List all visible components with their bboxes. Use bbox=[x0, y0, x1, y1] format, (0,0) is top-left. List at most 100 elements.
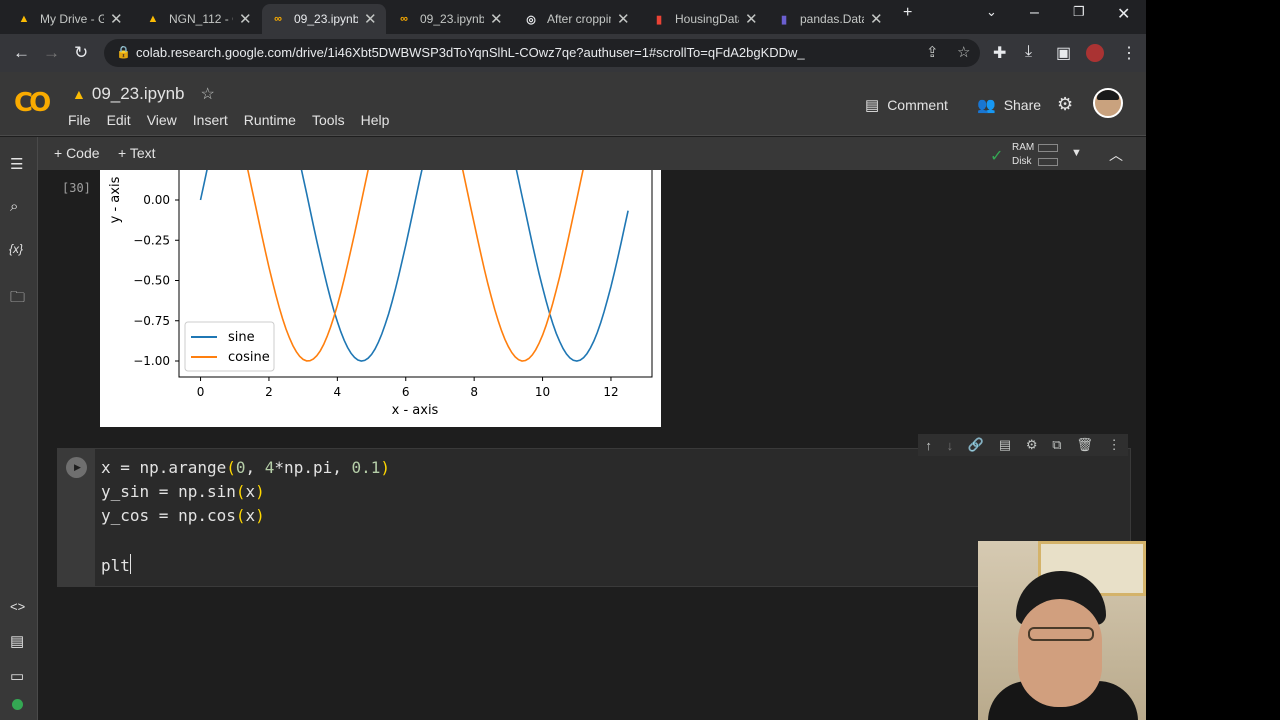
add-code-button[interactable]: + Code bbox=[54, 145, 100, 161]
comment-cell-icon[interactable]: ▤ bbox=[999, 437, 1011, 453]
menu-file[interactable]: File bbox=[68, 112, 91, 128]
tab-strip: ▲ My Drive - G ✕ ▲ NGN_112 - G ✕ ∞ 09_23.ipynb ✕… bbox=[0, 0, 1146, 34]
webcam-overlay bbox=[978, 541, 1146, 720]
comment-button[interactable]: ▤ Comment bbox=[865, 96, 948, 114]
code-token: x bbox=[245, 506, 256, 525]
code-token: 4 bbox=[264, 458, 275, 477]
collapse-header-icon[interactable]: ︿ bbox=[1109, 145, 1123, 165]
minimize-button[interactable]: – bbox=[1030, 4, 1039, 22]
settings-gear-icon[interactable]: ⚙ bbox=[1057, 94, 1073, 115]
browser-tab[interactable]: ∞ 09_23.ipynb ✕ bbox=[388, 4, 512, 34]
close-tab-icon[interactable]: ✕ bbox=[364, 10, 377, 28]
browser-menu-icon[interactable]: ⋮ bbox=[1121, 43, 1137, 63]
search-icon[interactable]: ⌕ bbox=[10, 198, 18, 215]
code-token: *np.pi, bbox=[274, 458, 352, 477]
browser-tab[interactable]: ◎ After croppin ✕ bbox=[515, 4, 639, 34]
more-options-icon[interactable]: ⋮ bbox=[1108, 437, 1121, 453]
terminal-icon[interactable]: ▭ bbox=[10, 667, 24, 685]
reload-button[interactable]: ↻ bbox=[74, 43, 88, 63]
new-tab-button[interactable]: + bbox=[903, 4, 912, 22]
close-tab-icon[interactable]: ✕ bbox=[239, 10, 252, 28]
cell-settings-icon[interactable]: ⚙ bbox=[1026, 437, 1038, 453]
chart-legend: sine cosine bbox=[184, 321, 275, 372]
variables-icon[interactable]: {x} bbox=[9, 242, 23, 256]
line-chart: 0 2 4 6 8 10 12 0.00 −0.25 −0.50 −0.75 −1.00 x - a… bbox=[108, 167, 653, 418]
drive-icon: ▲ bbox=[147, 13, 159, 25]
tab-search-icon[interactable]: ⌄ bbox=[986, 4, 997, 20]
tab-title: HousingData bbox=[675, 12, 739, 26]
menu-view[interactable]: View bbox=[147, 112, 177, 128]
link-icon[interactable]: 🔗 bbox=[968, 437, 984, 453]
text-cursor bbox=[129, 554, 131, 574]
status-dot-icon bbox=[12, 699, 23, 710]
code-token: y_sin = np.sin bbox=[101, 482, 236, 501]
share-page-icon[interactable]: ⇪ bbox=[926, 43, 939, 61]
comment-label: Comment bbox=[887, 97, 948, 113]
back-button[interactable]: ← bbox=[13, 43, 30, 63]
menu-runtime[interactable]: Runtime bbox=[244, 112, 296, 128]
close-tab-icon[interactable]: ✕ bbox=[745, 10, 758, 28]
menu-tools[interactable]: Tools bbox=[312, 112, 345, 128]
close-window-button[interactable]: ✕ bbox=[1117, 4, 1130, 24]
connected-check-icon: ✓ bbox=[990, 148, 1004, 165]
side-panel-icon[interactable]: ▣ bbox=[1056, 43, 1071, 63]
menu-help[interactable]: Help bbox=[361, 112, 390, 128]
profile-avatar-icon[interactable] bbox=[1086, 44, 1104, 62]
x-tick-label: 12 bbox=[603, 385, 618, 399]
share-button[interactable]: 👥 Share bbox=[977, 96, 1041, 114]
code-token: y_cos = np.cos bbox=[101, 506, 236, 525]
table-of-contents-icon[interactable]: ☰ bbox=[10, 155, 23, 173]
browser-tab[interactable]: ▲ My Drive - G ✕ bbox=[8, 4, 132, 34]
menu-edit[interactable]: Edit bbox=[107, 112, 131, 128]
code-token: 0.1 bbox=[351, 458, 381, 477]
run-cell-button[interactable]: ▶ bbox=[66, 457, 87, 478]
omnibox[interactable]: 🔒 colab.research.google.com/drive/1i46Xb… bbox=[104, 39, 980, 67]
code-line[interactable]: x = np.arange(0, 4*np.pi, 0.1) bbox=[101, 458, 390, 477]
tab-title: 09_23.ipynb bbox=[294, 12, 358, 26]
browser-tab[interactable]: ▮ pandas.Data ✕ bbox=[768, 4, 892, 34]
user-avatar[interactable] bbox=[1093, 88, 1123, 118]
extensions-icon[interactable]: ✚ bbox=[993, 43, 1006, 63]
tab-title: NGN_112 - G bbox=[169, 12, 233, 26]
forward-button[interactable]: → bbox=[43, 43, 60, 63]
add-text-button[interactable]: + Text bbox=[118, 145, 156, 161]
github-icon: ◎ bbox=[526, 13, 536, 26]
drive-icon: ▲ bbox=[72, 86, 86, 102]
y-tick-label: 0.00 bbox=[143, 193, 170, 207]
close-tab-icon[interactable]: ✕ bbox=[617, 10, 630, 28]
ram-bar bbox=[1038, 144, 1058, 152]
url-text[interactable]: colab.research.google.com/drive/1i46Xbt5… bbox=[136, 45, 805, 60]
code-snippets-icon[interactable]: <> bbox=[10, 599, 25, 614]
legend-label: cosine bbox=[228, 350, 270, 365]
close-tab-icon[interactable]: ✕ bbox=[870, 10, 883, 28]
move-down-icon[interactable]: ↓ bbox=[947, 438, 954, 453]
browser-tab[interactable]: ▲ NGN_112 - G ✕ bbox=[137, 4, 261, 34]
delete-cell-icon[interactable]: 🗑 bbox=[1076, 437, 1093, 453]
execution-count: [30] bbox=[62, 181, 91, 195]
star-icon[interactable]: ☆ bbox=[201, 84, 215, 104]
download-icon[interactable]: ⤓ bbox=[1025, 43, 1032, 61]
left-sidebar: ☰ ⌕ {x} 🗀 <> ▤ ▭ bbox=[0, 137, 38, 720]
tab-title: My Drive - G bbox=[40, 12, 104, 26]
y-tick-label: −0.25 bbox=[133, 233, 170, 247]
browser-tab[interactable]: ▮ HousingData ✕ bbox=[643, 4, 767, 34]
bookmark-star-icon[interactable]: ☆ bbox=[957, 43, 970, 61]
files-folder-icon[interactable]: 🗀 bbox=[10, 287, 25, 312]
close-tab-icon[interactable]: ✕ bbox=[110, 10, 123, 28]
code-line[interactable]: y_sin = np.sin(x) bbox=[101, 482, 265, 501]
browser-tab[interactable]: ∞ 09_23.ipynb ✕ bbox=[262, 4, 386, 34]
runtime-dropdown-icon[interactable]: ▼ bbox=[1071, 147, 1082, 159]
command-palette-icon[interactable]: ▤ bbox=[10, 632, 24, 650]
menu-insert[interactable]: Insert bbox=[193, 112, 228, 128]
maximize-button[interactable]: ❐ bbox=[1073, 4, 1085, 20]
address-bar: ← → ↻ 🔒 colab.research.google.com/drive/… bbox=[0, 34, 1146, 72]
share-label: Share bbox=[1003, 97, 1042, 113]
notebook-title[interactable]: 09_23.ipynb bbox=[92, 84, 185, 104]
close-tab-icon[interactable]: ✕ bbox=[490, 10, 503, 28]
move-up-icon[interactable]: ↑ bbox=[925, 438, 932, 453]
mirror-cell-icon[interactable]: ⧉ bbox=[1052, 437, 1061, 453]
code-line[interactable]: plt bbox=[101, 554, 131, 575]
x-tick-label: 4 bbox=[334, 385, 342, 399]
colab-logo[interactable]: CO bbox=[14, 88, 51, 118]
code-line[interactable]: y_cos = np.cos(x) bbox=[101, 506, 265, 525]
